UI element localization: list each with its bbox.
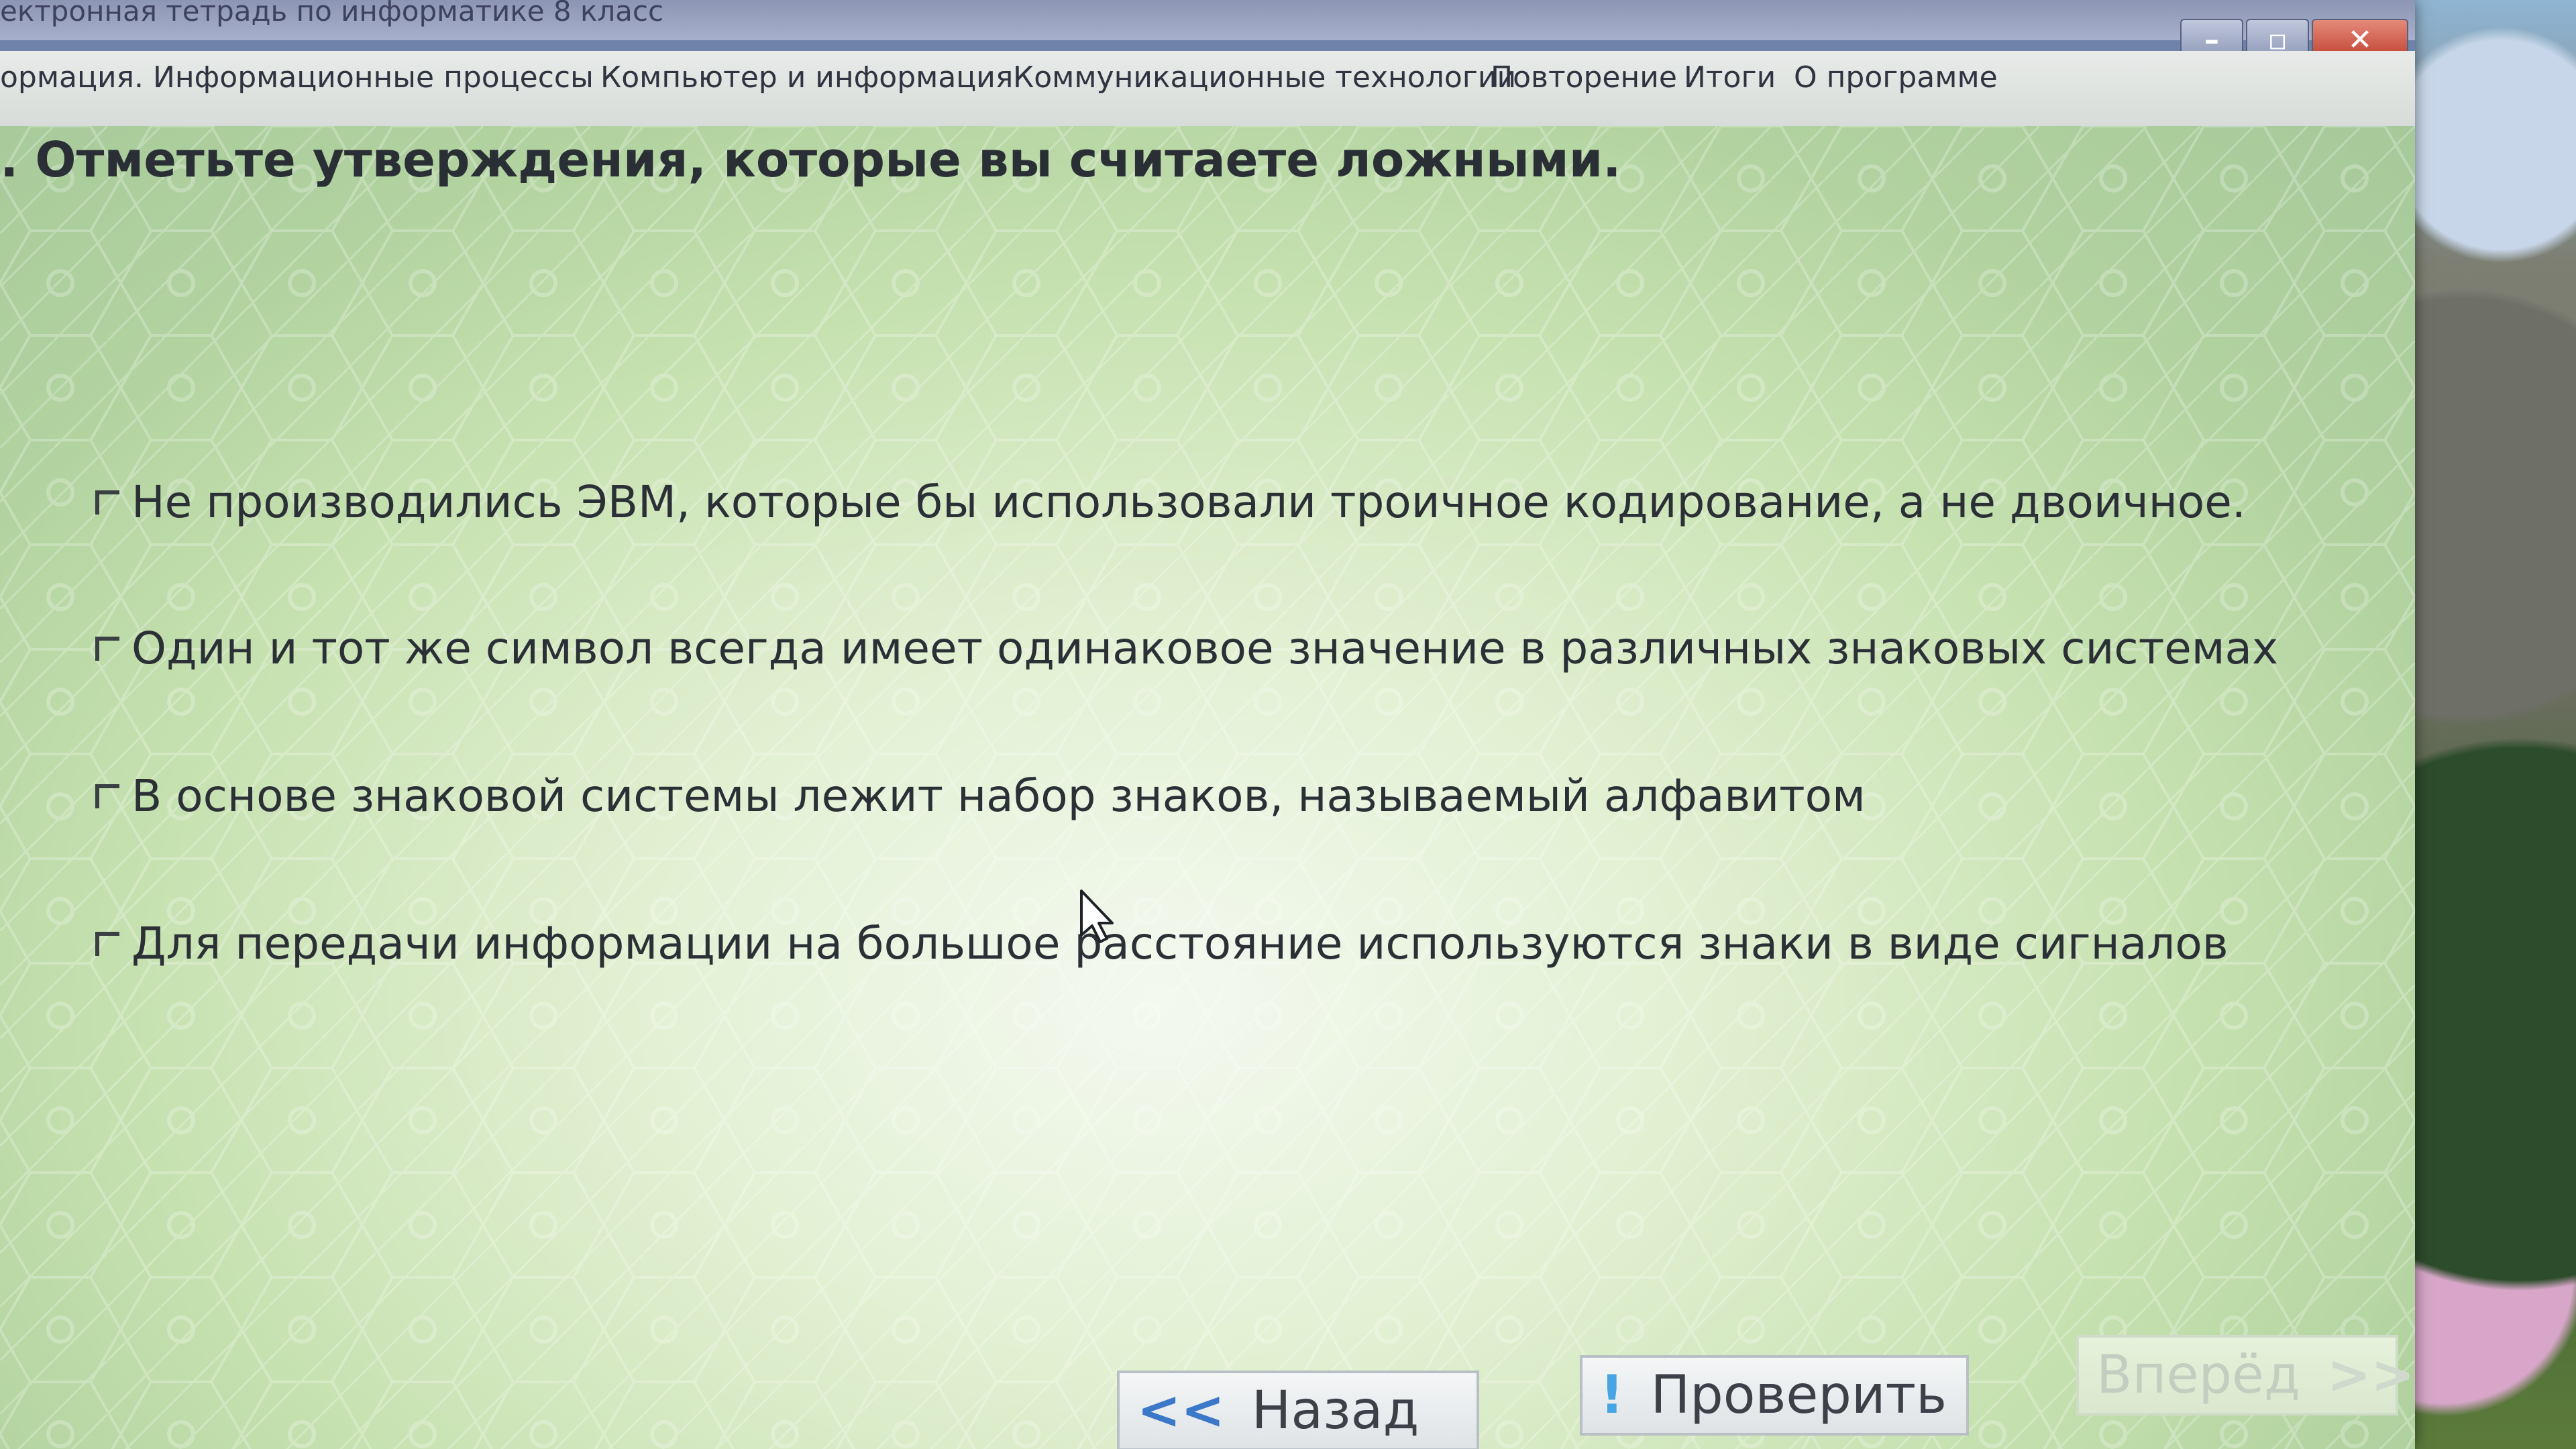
- desktop-wallpaper: [2388, 0, 2576, 1449]
- checkbox[interactable]: [95, 784, 119, 808]
- checkbox[interactable]: [95, 490, 119, 515]
- option-1[interactable]: Не производились ЭВМ, которые бы использ…: [95, 476, 2246, 528]
- menu-bar: ормация. Информационные процессы Компьют…: [0, 51, 2415, 128]
- menu-item-computer-information[interactable]: Компьютер и информация: [600, 60, 1013, 95]
- menu-item-information-processes[interactable]: ормация. Информационные процессы: [0, 60, 594, 95]
- double-chevron-left-icon: <<: [1137, 1381, 1225, 1441]
- option-label: В основе знаковой системы лежит набор зн…: [131, 770, 1866, 822]
- double-chevron-right-icon: >>: [2326, 1345, 2415, 1405]
- option-label: Один и тот же символ всегда имеет одинак…: [131, 623, 2279, 674]
- menu-item-results[interactable]: Итоги: [1684, 60, 1776, 95]
- option-2[interactable]: Один и тот же символ всегда имеет одинак…: [95, 623, 2278, 674]
- menu-item-about[interactable]: О программе: [1794, 60, 1998, 95]
- menu-item-communication-technologies[interactable]: Коммуникационные технологии: [1013, 60, 1516, 95]
- option-label: Для передачи информации на большое расст…: [131, 918, 2229, 969]
- forward-button-label: Вперёд: [2096, 1345, 2300, 1405]
- back-button[interactable]: << Назад: [1117, 1371, 1479, 1449]
- content-area: . Отметьте утверждения, которые вы счита…: [0, 126, 2415, 1449]
- option-3[interactable]: В основе знаковой системы лежит набор зн…: [95, 770, 1866, 822]
- option-4[interactable]: Для передачи информации на большое расст…: [95, 918, 2229, 969]
- checkbox[interactable]: [95, 931, 119, 956]
- option-label: Не производились ЭВМ, которые бы использ…: [131, 476, 2246, 528]
- checkbox[interactable]: [95, 636, 119, 661]
- check-button[interactable]: ! Проверить: [1580, 1355, 1969, 1436]
- exclamation-icon: !: [1600, 1365, 1624, 1426]
- forward-button[interactable]: Вперёд >>: [2076, 1335, 2415, 1415]
- arrow-cursor-icon: [1080, 890, 1114, 943]
- check-button-label: Проверить: [1650, 1365, 1947, 1426]
- title-bar: ектронная тетрадь по информатике 8 класс…: [0, 0, 2415, 60]
- back-button-label: Назад: [1251, 1381, 1419, 1441]
- question-title: . Отметьте утверждения, которые вы счита…: [0, 131, 1621, 188]
- window-title: ектронная тетрадь по информатике 8 класс: [0, 0, 664, 28]
- menu-item-review[interactable]: Повторение: [1491, 60, 1677, 95]
- app-window: ектронная тетрадь по информатике 8 класс…: [0, 0, 2415, 1449]
